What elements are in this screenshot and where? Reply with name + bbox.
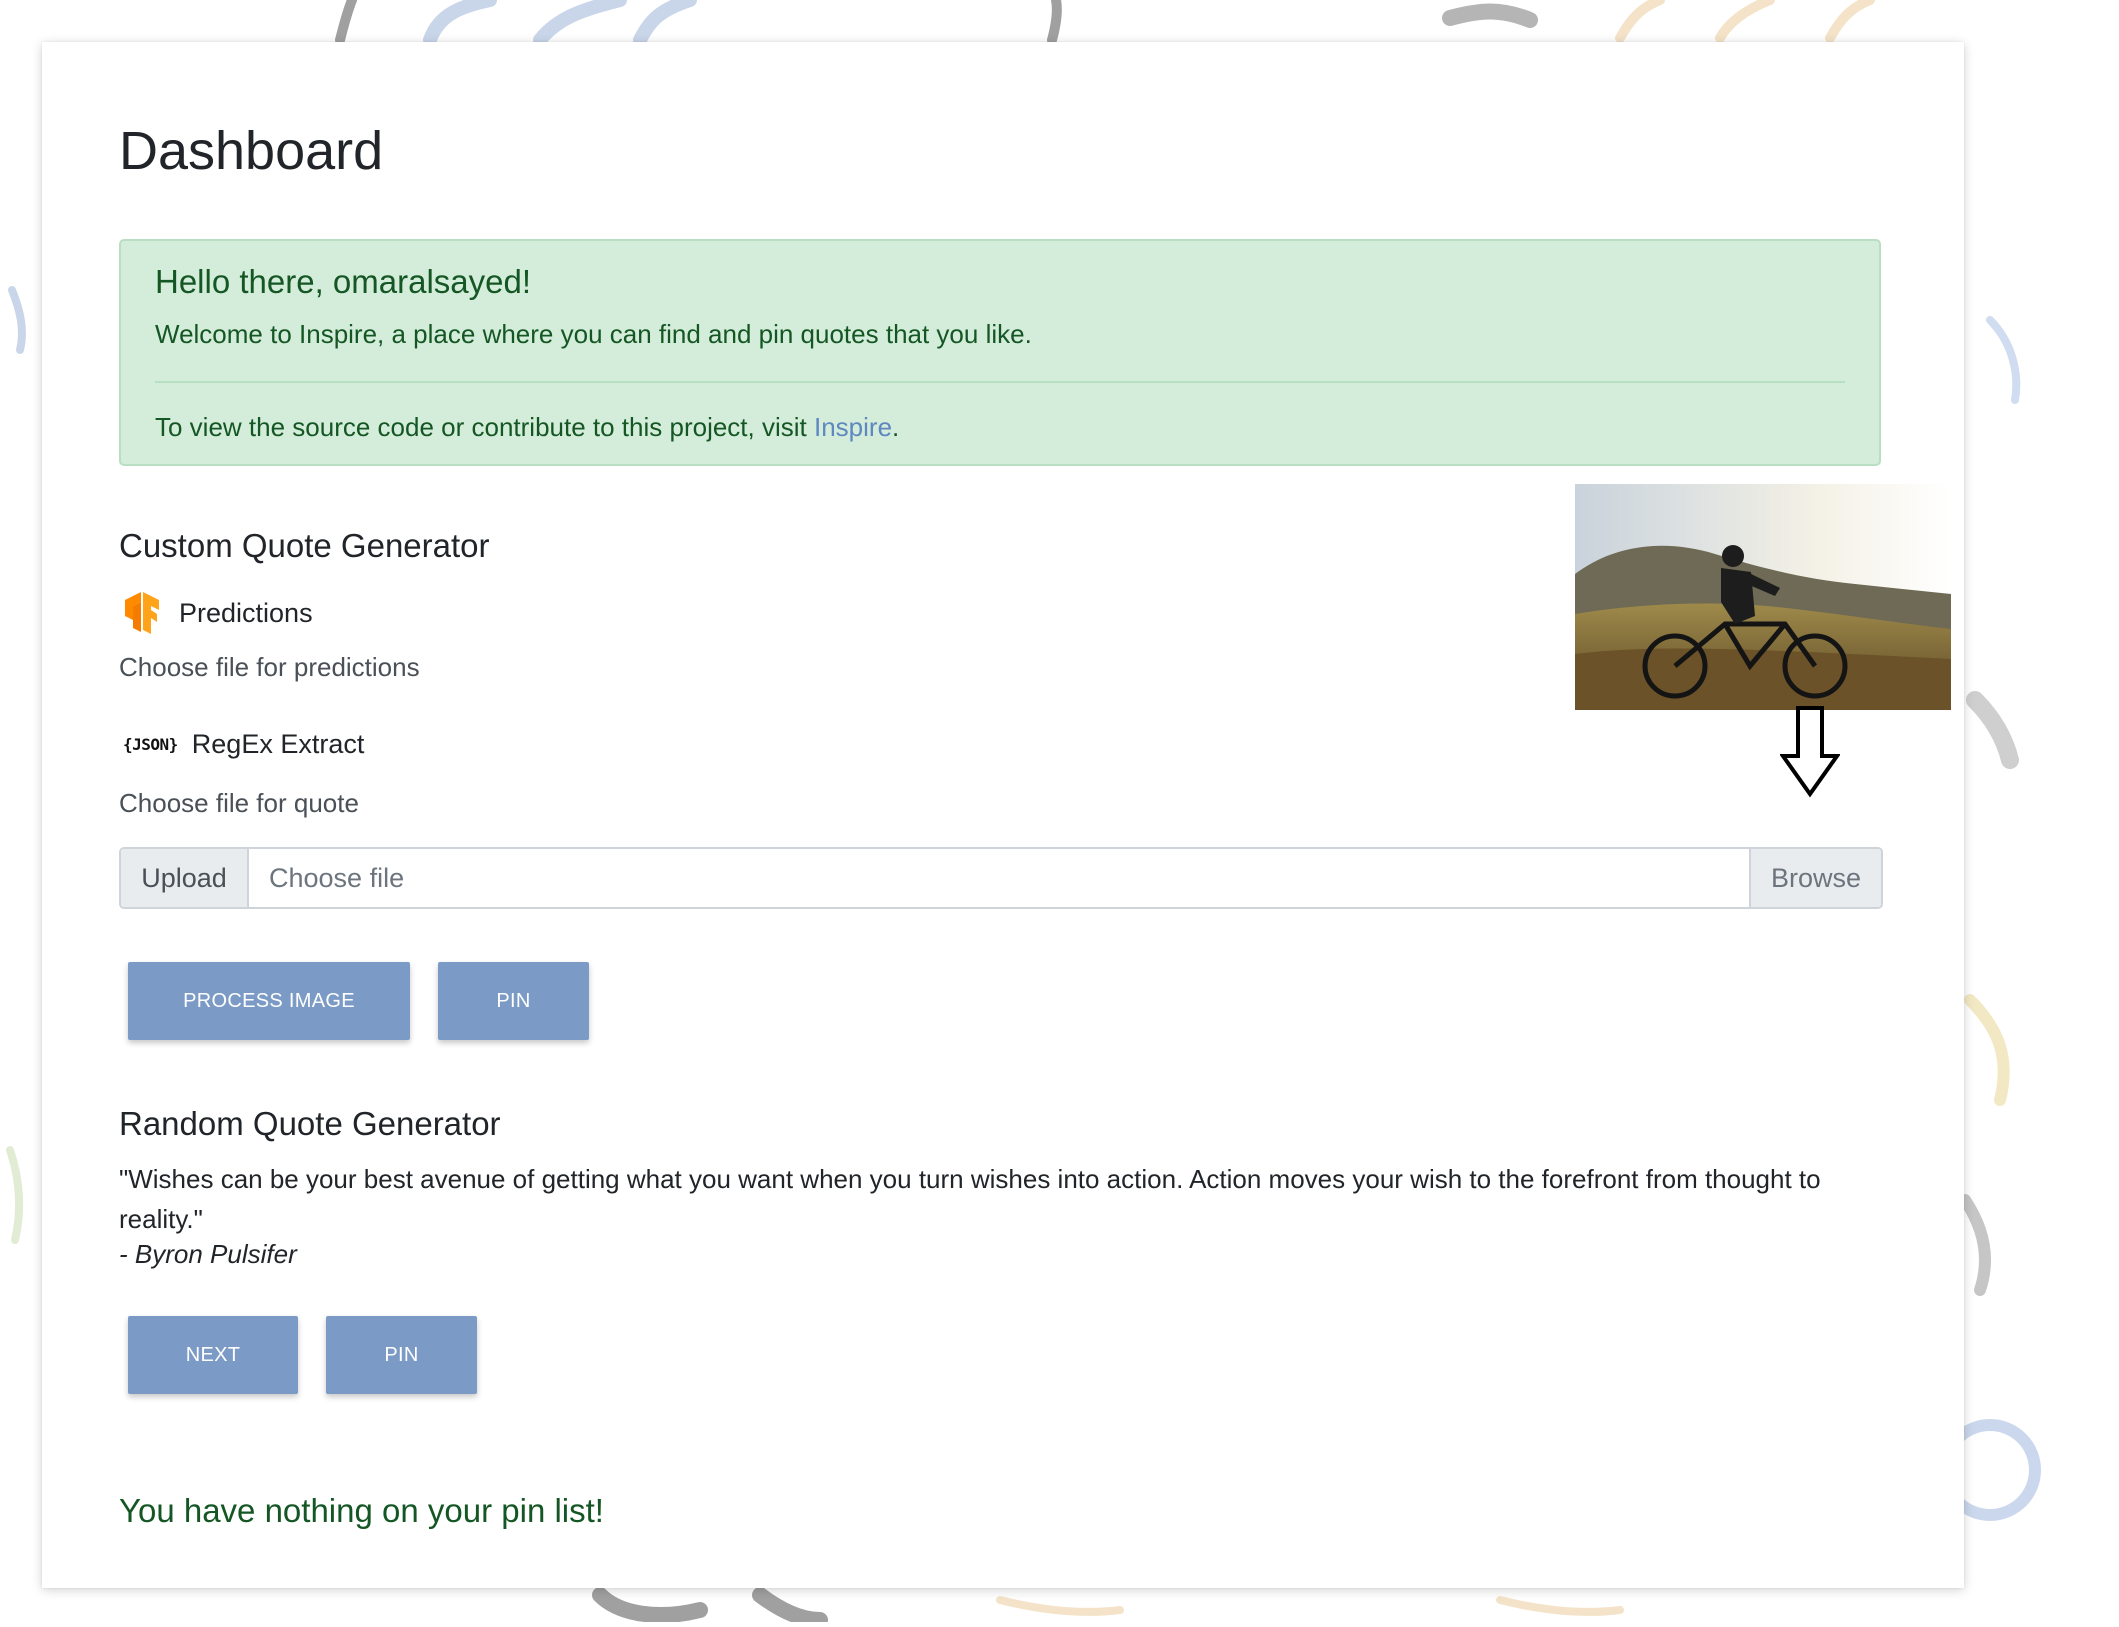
upload-label: Upload [121,849,249,907]
predictions-hint: Choose file for predictions [119,652,420,682]
down-arrow-icon [1779,706,1841,798]
json-icon: {JSON} [123,735,178,754]
pin-random-button[interactable]: PIN [326,1316,477,1394]
file-upload-group: Upload Choose file Browse [119,847,1883,909]
pin-custom-button[interactable]: PIN [438,962,589,1040]
alert-welcome-text: Welcome to Inspire, a place where you ca… [155,319,1032,349]
welcome-alert: Hello there, omaralsayed! Welcome to Ins… [119,239,1881,466]
alert-source-prefix: To view the source code or contribute to… [155,412,814,442]
tensorflow-icon [119,590,165,636]
quote-file-hint: Choose file for quote [119,788,359,818]
next-button[interactable]: NEXT [128,1316,298,1394]
process-image-button[interactable]: PROCESS IMAGE [128,962,410,1040]
file-input[interactable]: Choose file [249,849,1749,907]
random-generator-title: Random Quote Generator [119,1105,501,1142]
random-quote-text: "Wishes can be your best avenue of getti… [119,1164,1821,1234]
predictions-row: Predictions [119,590,313,636]
custom-generator-title: Custom Quote Generator [119,527,490,564]
inspire-link[interactable]: Inspire [814,412,892,442]
dashboard-card: Dashboard Hello there, omaralsayed! Welc… [42,42,1964,1588]
alert-source-suffix: . [892,412,900,442]
pin-list-empty-message: You have nothing on your pin list! [119,1492,604,1529]
browse-button[interactable]: Browse [1749,849,1881,907]
alert-source-text: To view the source code or contribute to… [155,412,899,443]
page-title: Dashboard [119,121,384,181]
random-quote-author: - Byron Pulsifer [119,1239,297,1269]
alert-heading: Hello there, omaralsayed! [155,263,532,300]
regex-label: RegEx Extract [191,729,365,759]
alert-divider [155,381,1845,383]
regex-row: {JSON} RegEx Extract [119,729,364,760]
sample-photo-image [1575,484,1951,710]
predictions-label: Predictions [179,597,313,628]
